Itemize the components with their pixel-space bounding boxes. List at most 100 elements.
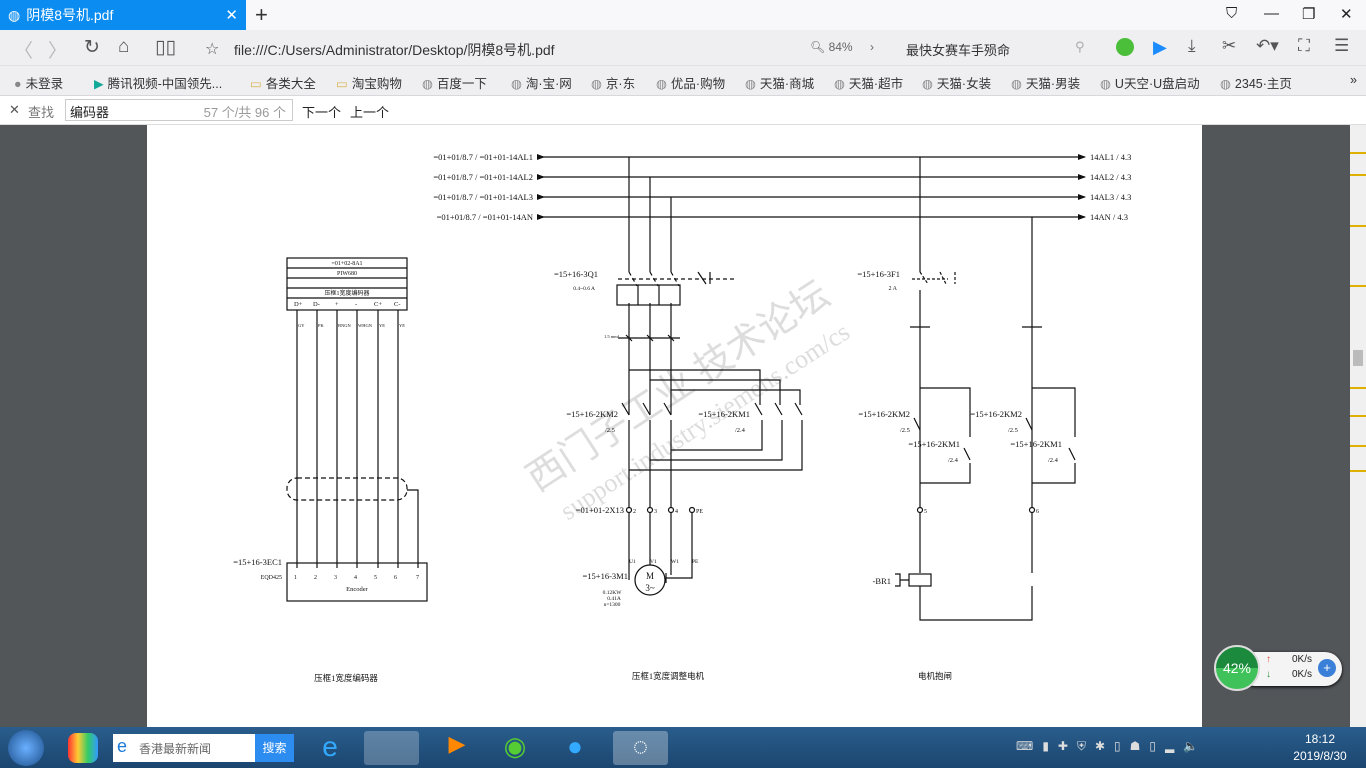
q1-body bbox=[616, 284, 681, 306]
brake-branches bbox=[920, 387, 1076, 484]
bookmark-folder[interactable]: ▭ 各类大全 bbox=[250, 73, 316, 92]
clock[interactable]: 18:12 2019/8/30 bbox=[1280, 732, 1360, 763]
forward-button[interactable]: 〉 bbox=[48, 36, 67, 63]
bookmark-item[interactable]: ◍ 百度一下 bbox=[422, 73, 487, 92]
section-title: 压框1宽度编码器 bbox=[314, 673, 378, 683]
search-box[interactable]: 最快女赛车手殒命 bbox=[906, 40, 1010, 59]
svg-text:Encoder: Encoder bbox=[346, 586, 368, 593]
folder-icon: ▭ bbox=[250, 77, 262, 91]
bookmark-item[interactable]: ◍ 京·东 bbox=[591, 73, 635, 92]
tab-active[interactable]: ◍ 阴模8号机.pdf ✕ bbox=[0, 0, 246, 30]
more-bookmarks-icon[interactable]: » bbox=[1350, 73, 1357, 87]
svg-text:/2.5: /2.5 bbox=[900, 427, 910, 434]
star-icon[interactable]: ☆ bbox=[205, 39, 219, 59]
search-icon[interactable]: ⚲ bbox=[1075, 39, 1085, 55]
globe-icon: ◍ bbox=[1220, 77, 1231, 91]
bookmark-item[interactable]: ◍ U天空·U盘启动 bbox=[1100, 73, 1200, 92]
video-icon[interactable]: ▶ bbox=[1153, 37, 1167, 58]
active-browser-icon[interactable]: ◌ bbox=[613, 731, 668, 765]
svg-text:=15+16-2KM1: =15+16-2KM1 bbox=[1010, 439, 1062, 449]
bookmark-item[interactable]: ◍ 淘·宝·网 bbox=[511, 73, 572, 92]
svg-text:+: + bbox=[335, 301, 339, 308]
bookmark-item[interactable]: ◍ 天猫·超市 bbox=[834, 73, 903, 92]
restore-button[interactable]: ❐ bbox=[1302, 5, 1315, 23]
scrollbar[interactable] bbox=[1350, 125, 1366, 727]
svg-text:=15+16-2KM1: =15+16-2KM1 bbox=[698, 409, 750, 419]
home-button[interactable]: ⌂ bbox=[118, 36, 129, 58]
bookmark-item[interactable]: ▶ 腾讯视频-中国领先... bbox=[94, 73, 222, 92]
svg-text:2 A: 2 A bbox=[888, 286, 897, 292]
reload-button[interactable]: ↻ bbox=[84, 36, 100, 59]
address-bar[interactable]: file:///C:/Users/Administrator/Desktop/阴… bbox=[234, 40, 555, 60]
globe-icon: ◍ bbox=[745, 77, 756, 91]
encoder-wires bbox=[296, 310, 419, 568]
tab-title: 阴模8号机.pdf bbox=[26, 7, 114, 23]
close-tab-icon[interactable]: ✕ bbox=[225, 6, 238, 24]
close-window-button[interactable]: ✕ bbox=[1340, 5, 1353, 23]
find-value: 编码器 bbox=[70, 105, 110, 120]
svg-text:=15+16-2KM2: =15+16-2KM2 bbox=[858, 409, 910, 419]
svg-text:PE: PE bbox=[696, 509, 703, 515]
memory-percent: 42% bbox=[1214, 645, 1260, 691]
download-speed: 0K/s bbox=[1292, 669, 1313, 680]
taskbar-search-input[interactable]: e 香港最新新闻 bbox=[113, 734, 255, 762]
wechat-icon[interactable] bbox=[1116, 38, 1134, 56]
find-next-button[interactable]: 下一个 bbox=[302, 102, 341, 121]
zoom-level[interactable]: 🔍︎ 84% › bbox=[810, 40, 874, 54]
minimize-button[interactable]: — bbox=[1264, 5, 1279, 22]
pe-wire bbox=[665, 512, 693, 583]
app-icon[interactable] bbox=[68, 733, 98, 763]
taskbar-search-button[interactable]: 搜索 bbox=[255, 734, 294, 762]
globe-icon: ◍ bbox=[591, 77, 602, 91]
browser-icon[interactable]: ◉ bbox=[490, 731, 540, 765]
explorer-icon[interactable] bbox=[364, 731, 419, 765]
skin-icon[interactable]: ⛉ bbox=[1226, 5, 1237, 22]
find-input[interactable]: 编码器 57 个/共 96 个 bbox=[65, 99, 293, 121]
svg-text:C-: C- bbox=[394, 301, 401, 308]
app-icon[interactable]: ● bbox=[550, 731, 600, 765]
network-speed-widget[interactable]: 42% ↑ ↓ 0K/s 0K/s + bbox=[1214, 645, 1342, 691]
svg-text:C+: C+ bbox=[374, 301, 382, 308]
bookmark-item[interactable]: ◍ 天猫·商城 bbox=[745, 73, 814, 92]
svg-text:/2.4: /2.4 bbox=[735, 427, 746, 434]
bookmark-item[interactable]: ◍ 天猫·男装 bbox=[1011, 73, 1080, 92]
svg-text:D-: D- bbox=[313, 301, 320, 308]
back-button[interactable]: 〈 bbox=[14, 36, 33, 63]
menu-icon[interactable]: ☰ bbox=[1334, 36, 1349, 56]
svg-text:6: 6 bbox=[1036, 509, 1039, 515]
ie-icon[interactable]: e bbox=[305, 731, 355, 765]
tray-icons[interactable]: ⌨▮✚⛨✱▯☗▯▂🔈 bbox=[1016, 739, 1207, 754]
new-tab-button[interactable]: + bbox=[255, 2, 268, 28]
svg-text:=15+16-3F1: =15+16-3F1 bbox=[857, 269, 900, 279]
bookmark-item[interactable]: ◍ 天猫·女装 bbox=[922, 73, 991, 92]
download-arrow-icon: ↓ bbox=[1266, 669, 1271, 680]
globe-icon: ◍ bbox=[1100, 77, 1111, 91]
bus-arrows-left bbox=[537, 154, 545, 220]
media-player-icon[interactable]: ▶ bbox=[432, 731, 482, 765]
reader-icon[interactable]: ▯▯ bbox=[155, 36, 176, 59]
bookmark-folder[interactable]: ▭ 淘宝购物 bbox=[336, 73, 402, 92]
undo-icon[interactable]: ↶▾ bbox=[1256, 36, 1279, 56]
bus-arrows-right bbox=[1078, 154, 1086, 220]
svg-text:-BR1: -BR1 bbox=[873, 576, 891, 586]
start-button[interactable] bbox=[8, 730, 44, 766]
svg-text:=15+16-3EC1: =15+16-3EC1 bbox=[233, 557, 282, 567]
download-icon[interactable]: ⤓ bbox=[1188, 36, 1196, 56]
globe-icon: ◍ bbox=[1011, 77, 1022, 91]
cable-shield bbox=[286, 477, 408, 501]
find-prev-button[interactable]: 上一个 bbox=[350, 102, 389, 121]
scroll-thumb[interactable] bbox=[1353, 350, 1363, 366]
add-icon[interactable]: + bbox=[1318, 659, 1336, 677]
encoder-device bbox=[286, 562, 428, 602]
globe-icon: ◍ bbox=[511, 77, 522, 91]
svg-text:PE: PE bbox=[692, 559, 699, 565]
bookmark-login[interactable]: ● 未登录 bbox=[14, 73, 63, 92]
bookmark-item[interactable]: ◍ 2345·主页 bbox=[1220, 73, 1292, 92]
bookmark-item[interactable]: ◍ 优品·购物 bbox=[656, 73, 725, 92]
svg-text:PIW680: PIW680 bbox=[337, 271, 357, 277]
close-find-icon[interactable]: ✕ bbox=[9, 102, 20, 118]
bag-icon[interactable]: ⛶ bbox=[1298, 36, 1310, 56]
scissors-icon[interactable]: ✂ bbox=[1222, 36, 1236, 56]
bus-lines bbox=[537, 156, 1085, 218]
navigation-bar: 〈 〉 ↻ ⌂ ▯▯ ☆ file:///C:/Users/Administra… bbox=[0, 30, 1366, 66]
